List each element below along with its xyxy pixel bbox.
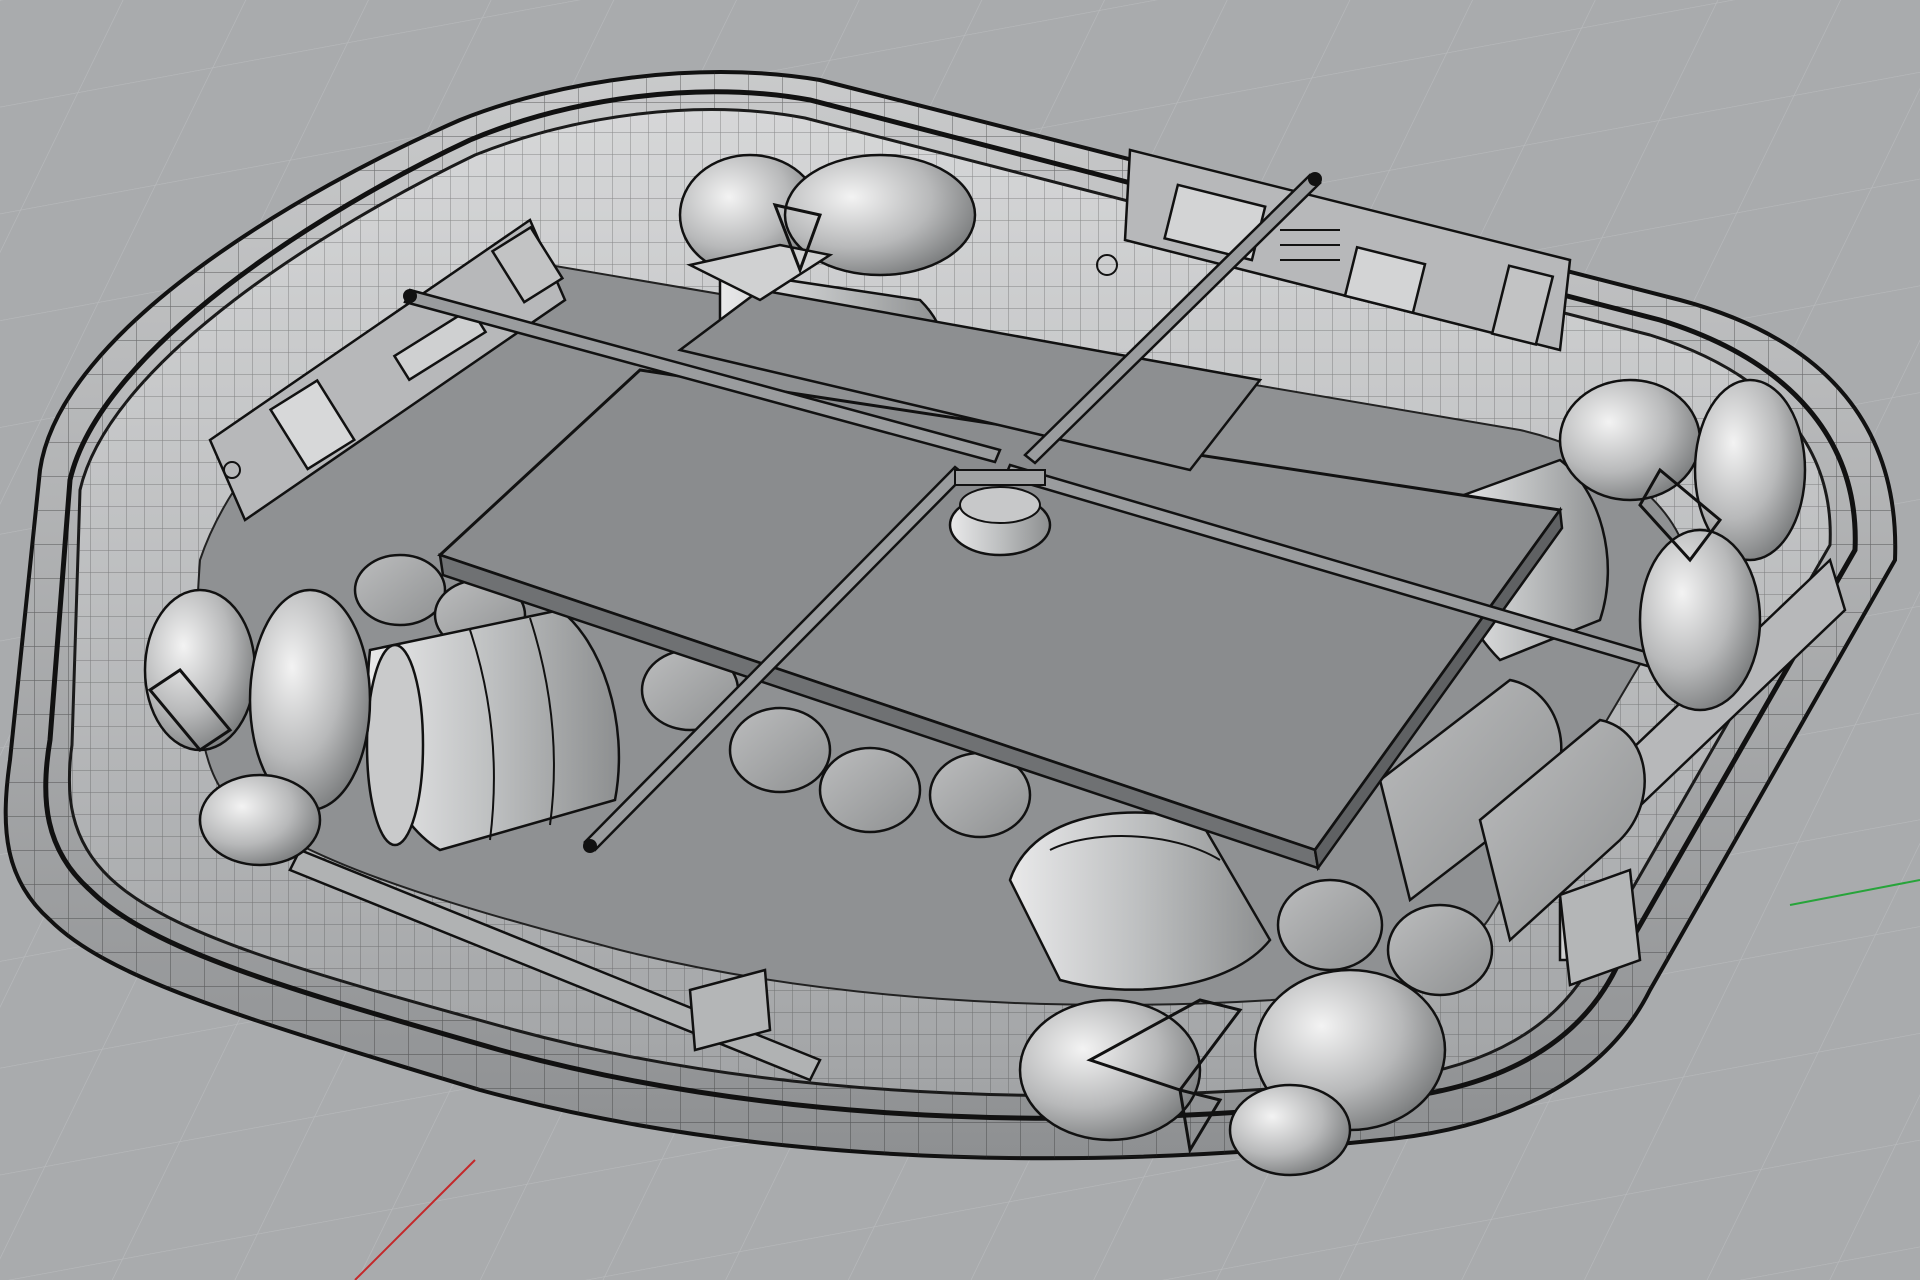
battery-cell bbox=[818, 746, 922, 834]
rhino-perspective-viewport[interactable] bbox=[0, 0, 1920, 1280]
battery-cell bbox=[1276, 878, 1384, 972]
battery-cell bbox=[728, 706, 832, 794]
battery-cell bbox=[1386, 903, 1494, 997]
battery-cell bbox=[353, 553, 447, 627]
viewport-canvas[interactable] bbox=[0, 0, 1920, 1280]
